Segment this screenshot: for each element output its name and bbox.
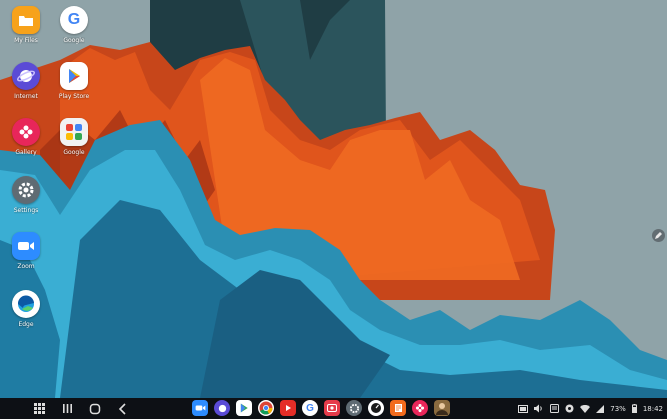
home-icon[interactable] (88, 402, 102, 416)
desktop-icon-google[interactable]: G Google (52, 6, 96, 44)
play-store-icon (60, 62, 88, 90)
google-apps-folder-icon (60, 118, 88, 146)
desktop-icon-internet[interactable]: Internet (4, 62, 48, 100)
chrome-icon[interactable] (258, 400, 274, 416)
desktop-icon-label: Google (63, 37, 85, 44)
desktop-icon-label: Play Store (58, 93, 90, 100)
settings-icon (12, 176, 40, 204)
zoom-icon (12, 232, 40, 260)
desktop-icon-label: Google (63, 149, 85, 156)
youtube-icon[interactable] (280, 400, 296, 416)
desktop-icon-label: Settings (13, 207, 39, 214)
volume-icon[interactable] (534, 404, 544, 413)
wifi-icon (580, 404, 591, 413)
signal-icon (596, 404, 605, 413)
notes-icon[interactable] (390, 400, 406, 416)
screen-recorder-icon[interactable] (324, 400, 340, 416)
desktop-icon-settings[interactable]: Settings (4, 176, 48, 214)
desktop-icon-my-files[interactable]: My Files (4, 6, 48, 44)
vpn-icon (565, 404, 574, 413)
desktop-icon-google-folder[interactable]: Google (52, 118, 96, 156)
desktop-icon-gallery[interactable]: Gallery (4, 118, 48, 156)
notification-icon[interactable] (550, 404, 560, 413)
battery-icon (631, 404, 637, 413)
avatar-icon[interactable] (434, 400, 450, 416)
desktop-icon-zoom[interactable]: Zoom (4, 232, 48, 270)
clock-time[interactable]: 18:42 (643, 405, 663, 413)
battery-percentage: 73% (610, 404, 626, 413)
screenshot-icon[interactable] (518, 404, 529, 413)
taskbar-dock: G (192, 400, 450, 416)
internet-icon[interactable] (214, 400, 230, 416)
settings-icon[interactable] (346, 400, 362, 416)
wallpaper (0, 0, 667, 398)
pencil-icon (655, 232, 662, 239)
navigation-buttons (32, 402, 130, 416)
desktop-icon-play-store[interactable]: Play Store (52, 62, 96, 100)
recents-icon[interactable] (60, 402, 74, 416)
gallery-icon[interactable] (412, 400, 428, 416)
desktop-icon-label: Internet (14, 93, 38, 100)
play-store-icon[interactable] (236, 400, 252, 416)
google-icon[interactable]: G (302, 400, 318, 416)
taskbar: G 73% 18:42 (0, 398, 667, 419)
gallery-icon (12, 118, 40, 146)
desktop-icon-label: Zoom (17, 263, 35, 270)
back-icon[interactable] (116, 402, 130, 416)
desktop-icon-edge[interactable]: Edge (4, 290, 48, 328)
folder-icon (12, 6, 40, 34)
edge-icon (12, 290, 40, 318)
clock-icon[interactable] (368, 400, 384, 416)
edge-panel-handle[interactable] (652, 229, 665, 242)
apps-grid-icon[interactable] (32, 402, 46, 416)
google-icon: G (60, 6, 88, 34)
desktop-icon-label: Edge (18, 321, 34, 328)
desktop-icon-label: My Files (14, 37, 38, 44)
system-tray: 73% 18:42 (518, 398, 663, 419)
internet-icon (12, 62, 40, 90)
zoom-icon[interactable] (192, 400, 208, 416)
desktop-icon-label: Gallery (15, 149, 37, 156)
